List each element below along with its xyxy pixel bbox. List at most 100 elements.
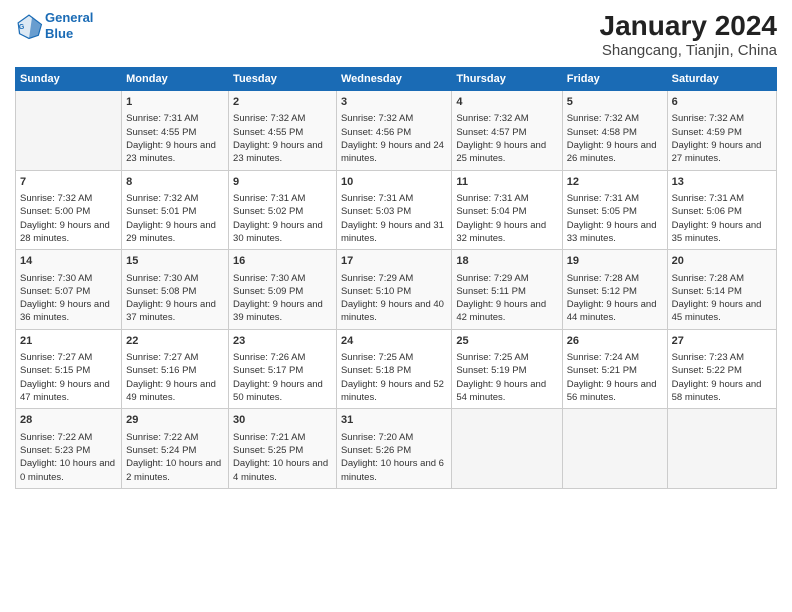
day-number: 7 [20, 175, 117, 190]
calendar-body: 1 Sunrise: 7:31 AM Sunset: 4:55 PM Daylight… [16, 91, 777, 489]
daylight-text: Daylight: 9 hours and 49 minutes. [126, 379, 216, 403]
calendar-cell: 13 Sunrise: 7:31 AM Sunset: 5:06 PM Dayligh… [667, 170, 776, 250]
calendar-cell [562, 409, 667, 489]
daylight-text: Daylight: 9 hours and 37 minutes. [126, 299, 216, 323]
sunrise-text: Sunrise: 7:20 AM [341, 432, 413, 443]
day-number: 10 [341, 175, 447, 190]
calendar-cell: 17Sunrise: 7:29 AMSunset: 5:10 PMDayligh… [336, 250, 451, 330]
calendar-header-row: Sunday Monday Tuesday Wednesday Thursday… [16, 68, 777, 91]
calendar-cell: 10Sunrise: 7:31 AMSunset: 5:03 PMDayligh… [336, 170, 451, 250]
day-number: 28 [20, 413, 117, 428]
daylight-text: Daylight: 9 hours and 42 minutes. [456, 299, 546, 323]
daylight-text: Daylight: 9 hours and 32 minutes. [456, 220, 546, 244]
sunset-text: Sunset: 5:09 PM [233, 286, 303, 297]
sunset-text: Sunset: 5:23 PM [20, 445, 90, 456]
daylight-text: Daylight: 9 hours and 58 minutes. [672, 379, 762, 403]
sunset-text: Sunset: 4:56 PM [341, 127, 411, 138]
header-friday: Friday [562, 68, 667, 91]
sunset-text: Sunset: 4:58 PM [567, 127, 637, 138]
day-number: 6 [672, 95, 772, 110]
sunset-text: Sunset: 5:19 PM [456, 365, 526, 376]
sunset-text: Sunset: 5:08 PM [126, 286, 196, 297]
daylight-text: Daylight: 10 hours and 4 minutes. [233, 458, 328, 482]
daylight-text: Daylight: 9 hours and 27 minutes. [672, 140, 762, 164]
sunset-text: Sunset: 5:02 PM [233, 206, 303, 217]
sunrise-text: Sunrise: 7:28 AM [672, 273, 744, 284]
sunset-text: Sunset: 5:17 PM [233, 365, 303, 376]
calendar-cell: 16Sunrise: 7:30 AMSunset: 5:09 PMDayligh… [229, 250, 337, 330]
day-number: 26 [567, 334, 663, 349]
sunrise-text: Sunrise: 7:31 AM [126, 113, 198, 124]
day-number: 22 [126, 334, 224, 349]
sunrise-text: Sunrise: 7:28 AM [567, 273, 639, 284]
calendar-cell: 27Sunrise: 7:23 AMSunset: 5:22 PMDayligh… [667, 329, 776, 409]
calendar-cell: 5Sunrise: 7:32 AMSunset: 4:58 PMDaylight… [562, 91, 667, 171]
day-number: 27 [672, 334, 772, 349]
calendar-week-row: 1 Sunrise: 7:31 AM Sunset: 4:55 PM Daylight… [16, 91, 777, 171]
calendar-table: Sunday Monday Tuesday Wednesday Thursday… [15, 67, 777, 489]
calendar-week-row: 14Sunrise: 7:30 AMSunset: 5:07 PMDayligh… [16, 250, 777, 330]
day-number: 21 [20, 334, 117, 349]
sunset-text: Sunset: 5:07 PM [20, 286, 90, 297]
sunrise-text: Sunrise: 7:32 AM [672, 113, 744, 124]
daylight-text: Daylight: 9 hours and 24 minutes. [341, 140, 444, 164]
day-number: 25 [456, 334, 557, 349]
sunrise-text: Sunrise: 7:31 AM [567, 193, 639, 204]
calendar-cell: 2Sunrise: 7:32 AMSunset: 4:55 PMDaylight… [229, 91, 337, 171]
calendar-cell: 12 Sunrise: 7:31 AM Sunset: 5:05 PM Dayligh… [562, 170, 667, 250]
calendar-cell: 3Sunrise: 7:32 AMSunset: 4:56 PMDaylight… [336, 91, 451, 171]
sunset-text: Sunset: 4:55 PM [126, 127, 196, 138]
page-header: G GeneralBlue January 2024 Shangcang, Ti… [15, 10, 777, 59]
sunrise-text: Sunrise: 7:25 AM [341, 352, 413, 363]
day-number: 13 [672, 175, 772, 190]
daylight-text: Daylight: 9 hours and 36 minutes. [20, 299, 110, 323]
daylight-text: Daylight: 10 hours and 0 minutes. [20, 458, 115, 482]
day-number: 12 [567, 175, 663, 190]
daylight-text: Daylight: 9 hours and 26 minutes. [567, 140, 657, 164]
sunrise-text: Sunrise: 7:31 AM [672, 193, 744, 204]
daylight-text: Daylight: 9 hours and 31 minutes. [341, 220, 444, 244]
sunrise-text: Sunrise: 7:32 AM [20, 193, 92, 204]
calendar-cell [16, 91, 122, 171]
day-number: 2 [233, 95, 332, 110]
sunrise-text: Sunrise: 7:22 AM [20, 432, 92, 443]
calendar-cell: 25Sunrise: 7:25 AMSunset: 5:19 PMDayligh… [452, 329, 562, 409]
day-number: 3 [341, 95, 447, 110]
sunset-text: Sunset: 5:26 PM [341, 445, 411, 456]
header-saturday: Saturday [667, 68, 776, 91]
calendar-cell: 8Sunrise: 7:32 AMSunset: 5:01 PMDaylight… [122, 170, 229, 250]
daylight-text: Daylight: 10 hours and 2 minutes. [126, 458, 221, 482]
sunrise-text: Sunrise: 7:27 AM [20, 352, 92, 363]
day-number: 9 [233, 175, 332, 190]
day-number: 8 [126, 175, 224, 190]
sunset-text: Sunset: 5:22 PM [672, 365, 742, 376]
daylight-text: Daylight: 9 hours and 52 minutes. [341, 379, 444, 403]
day-number: 1 [126, 95, 224, 110]
calendar-cell [452, 409, 562, 489]
calendar-cell: 26Sunrise: 7:24 AMSunset: 5:21 PMDayligh… [562, 329, 667, 409]
daylight-text: Daylight: 9 hours and 33 minutes. [567, 220, 657, 244]
day-number: 5 [567, 95, 663, 110]
sunset-text: Sunset: 5:05 PM [567, 206, 637, 217]
sunset-text: Sunset: 5:14 PM [672, 286, 742, 297]
daylight-text: Daylight: 9 hours and 25 minutes. [456, 140, 546, 164]
calendar-cell: 30Sunrise: 7:21 AMSunset: 5:25 PMDayligh… [229, 409, 337, 489]
sunrise-text: Sunrise: 7:29 AM [456, 273, 528, 284]
sunset-text: Sunset: 5:11 PM [456, 286, 526, 297]
sunrise-text: Sunrise: 7:24 AM [567, 352, 639, 363]
calendar-cell: 23Sunrise: 7:26 AMSunset: 5:17 PMDayligh… [229, 329, 337, 409]
header-wednesday: Wednesday [336, 68, 451, 91]
daylight-text: Daylight: 9 hours and 50 minutes. [233, 379, 323, 403]
daylight-text: Daylight: 9 hours and 54 minutes. [456, 379, 546, 403]
calendar-cell: 18Sunrise: 7:29 AMSunset: 5:11 PMDayligh… [452, 250, 562, 330]
sunset-text: Sunset: 4:59 PM [672, 127, 742, 138]
sunset-text: Sunset: 5:06 PM [672, 206, 742, 217]
header-monday: Monday [122, 68, 229, 91]
day-number: 4 [456, 95, 557, 110]
header-thursday: Thursday [452, 68, 562, 91]
daylight-text: Daylight: 9 hours and 35 minutes. [672, 220, 762, 244]
day-number: 15 [126, 254, 224, 269]
daylight-text: Daylight: 9 hours and 45 minutes. [672, 299, 762, 323]
calendar-cell: 14Sunrise: 7:30 AMSunset: 5:07 PMDayligh… [16, 250, 122, 330]
daylight-text: Daylight: 9 hours and 23 minutes. [233, 140, 323, 164]
